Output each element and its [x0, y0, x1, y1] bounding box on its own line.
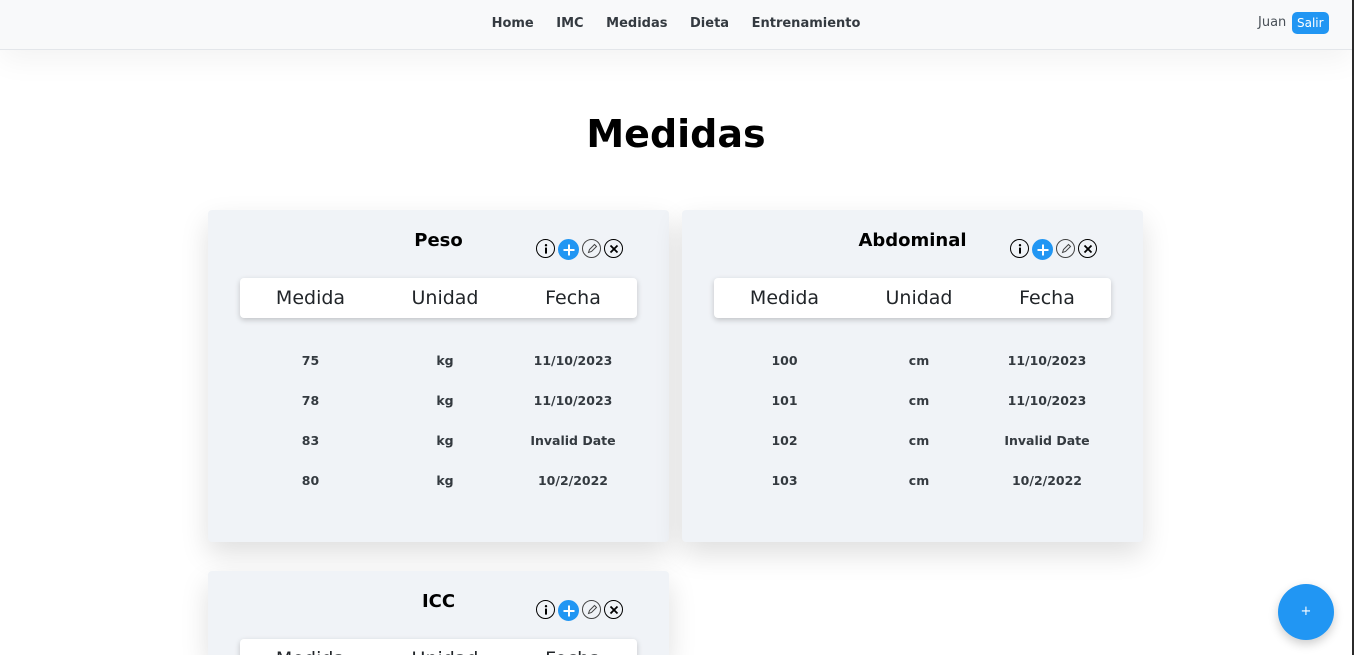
cell-medida: 101	[771, 392, 798, 408]
cell-medida: 80	[301, 472, 320, 488]
cell-medida: 100	[771, 352, 798, 368]
cell-unidad: kg	[436, 392, 454, 408]
cell-medida: 78	[301, 392, 320, 408]
info-icon[interactable]	[536, 239, 555, 258]
column-header-fecha: Fecha	[545, 287, 601, 309]
table-row: 83 kg Invalid Date	[240, 420, 637, 460]
nav-link-dieta[interactable]: Dieta	[690, 16, 729, 31]
pencil-icon[interactable]	[582, 600, 601, 619]
cell-fecha: 11/10/2023	[1007, 352, 1087, 368]
cell-fecha: 10/2/2022	[1011, 472, 1082, 488]
table-body: 75 kg 11/10/2023 78 kg 11/10/2023 83 kg …	[240, 340, 637, 500]
card-actions	[1010, 239, 1097, 261]
info-icon[interactable]	[536, 600, 555, 619]
table-header: Medida Unidad Fecha	[240, 278, 637, 318]
column-header-medida: Medida	[275, 287, 346, 309]
table-row: 80 kg 10/2/2022	[240, 460, 637, 500]
column-header-medida: Medida	[749, 287, 820, 309]
column-header-fecha: Fecha	[509, 648, 637, 655]
cell-medida: 75	[301, 352, 320, 368]
pencil-icon[interactable]	[582, 239, 601, 258]
cell-fecha: 11/10/2023	[533, 392, 613, 408]
cell-fecha: Invalid Date	[530, 432, 616, 448]
cell-fecha: 10/2/2022	[537, 472, 608, 488]
logout-button[interactable]: Salir	[1292, 12, 1329, 34]
cell-unidad: cm	[908, 352, 930, 368]
column-header-unidad: Unidad	[411, 287, 479, 309]
cell-medida: 103	[771, 472, 798, 488]
card-actions	[536, 600, 623, 622]
page-title: Medidas	[586, 112, 766, 156]
cell-unidad: cm	[908, 472, 930, 488]
close-icon[interactable]	[604, 600, 623, 619]
cell-fecha: 11/10/2023	[533, 352, 613, 368]
measure-card-peso: Peso Medida Unidad Fecha 75 kg 11/10/202…	[208, 210, 669, 542]
table-header: Medida Unidad Fecha	[714, 278, 1111, 318]
info-icon[interactable]	[1010, 239, 1029, 258]
cell-medida: 102	[771, 432, 798, 448]
cell-unidad: cm	[908, 392, 930, 408]
cell-unidad: kg	[436, 472, 454, 488]
user-name: Juan	[1258, 15, 1287, 30]
column-header-fecha: Fecha	[1019, 287, 1075, 309]
card-actions	[536, 239, 623, 261]
cell-unidad: kg	[436, 432, 454, 448]
table-row: 100 cm 11/10/2023	[714, 340, 1111, 380]
column-header-unidad: Unidad	[381, 648, 509, 655]
table-row: 75 kg 11/10/2023	[240, 340, 637, 380]
nav-link-medidas[interactable]: Medidas	[606, 16, 667, 31]
nav-links: Home IMC Medidas Dieta Entrenamiento	[0, 16, 1352, 31]
plus-icon[interactable]	[558, 600, 579, 621]
table-row: 101 cm 11/10/2023	[714, 380, 1111, 420]
navbar: Home IMC Medidas Dieta Entrenamiento Jua…	[0, 0, 1352, 50]
nav-link-entrenamiento[interactable]: Entrenamiento	[752, 16, 861, 31]
column-header-medida: Medida	[240, 648, 381, 655]
close-icon[interactable]	[1078, 239, 1097, 258]
cell-medida: 83	[301, 432, 320, 448]
table-row: 78 kg 11/10/2023	[240, 380, 637, 420]
cell-fecha: Invalid Date	[1004, 432, 1090, 448]
nav-link-home[interactable]: Home	[492, 16, 534, 31]
plus-icon[interactable]	[1032, 239, 1053, 260]
measure-card-icc: ICC Medida Unidad Fecha	[208, 571, 669, 655]
nav-link-imc[interactable]: IMC	[556, 16, 583, 31]
cell-unidad: kg	[436, 352, 454, 368]
column-header-unidad: Unidad	[885, 287, 953, 309]
plus-icon: +	[1300, 604, 1312, 619]
close-icon[interactable]	[604, 239, 623, 258]
table-row: 103 cm 10/2/2022	[714, 460, 1111, 500]
add-measure-fab[interactable]: +	[1278, 584, 1334, 640]
cell-fecha: 11/10/2023	[1007, 392, 1087, 408]
table-header: Medida Unidad Fecha	[240, 639, 637, 655]
table-body: 100 cm 11/10/2023 101 cm 11/10/2023 102 …	[714, 340, 1111, 500]
cell-unidad: cm	[908, 432, 930, 448]
measure-card-abdominal: Abdominal Medida Unidad Fecha 100 cm 11/…	[682, 210, 1143, 542]
table-row: 102 cm Invalid Date	[714, 420, 1111, 460]
plus-icon[interactable]	[558, 239, 579, 260]
pencil-icon[interactable]	[1056, 239, 1075, 258]
